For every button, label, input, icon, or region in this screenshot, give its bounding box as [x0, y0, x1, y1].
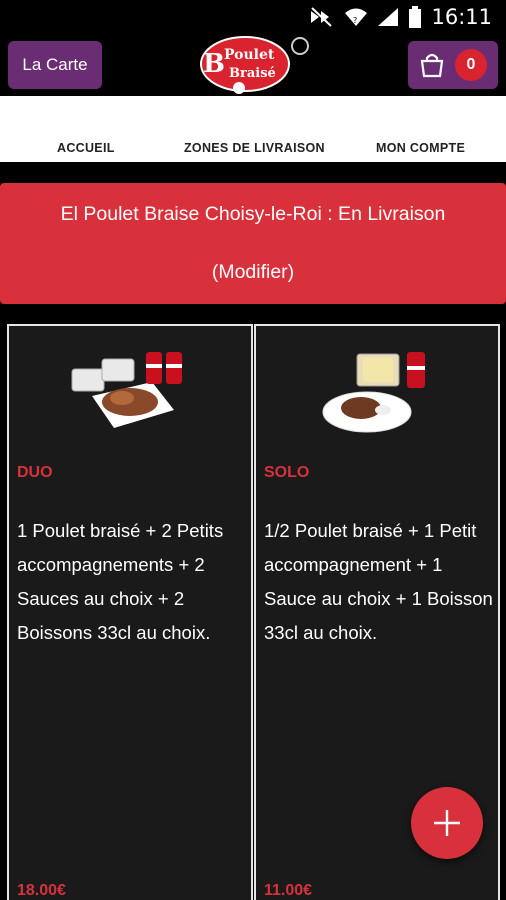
product-image-duo: [71, 352, 182, 428]
product-description: 1/2 Poulet braisé + 1 Petit accompagneme…: [264, 520, 493, 643]
svg-text:B: B: [203, 49, 225, 79]
svg-text:?: ?: [353, 16, 357, 25]
status-time: 16:11: [431, 5, 492, 29]
product-name: DUO: [17, 464, 53, 481]
add-fab-button[interactable]: [411, 787, 483, 859]
cart-button[interactable]: 0: [408, 41, 498, 89]
logo: B Poulet Braisé: [197, 34, 315, 96]
svg-text:Braisé: Braisé: [229, 66, 276, 81]
shopping-bag-icon: [420, 53, 444, 78]
tab-mon-compte[interactable]: MON COMPTE: [376, 141, 465, 155]
tab-zones-de-livraison[interactable]: ZONES DE LIVRAISON: [184, 141, 325, 155]
modify-link[interactable]: (Modifier): [0, 261, 506, 284]
banner-title: El Poulet Braise Choisy-le-Roi : En Livr…: [60, 203, 446, 225]
tabs-bar: ACCUEIL ZONES DE LIVRAISON MON COMPTE: [0, 96, 506, 162]
tab-accueil[interactable]: ACCUEIL: [57, 141, 115, 155]
signal-icon: [378, 8, 399, 26]
product-card-duo[interactable]: DUO 1 Poulet braisé + 2 Petits accompagn…: [7, 324, 253, 900]
product-price: 11.00€: [264, 882, 313, 899]
status-bar: ? 16:11: [0, 0, 506, 34]
app-bar: La Carte B Poulet Braisé 0: [0, 34, 506, 96]
restaurant-banner: El Poulet Braise Choisy-le-Roi : En Livr…: [0, 183, 506, 304]
product-price: 18.00€: [17, 882, 66, 899]
product-description: 1 Poulet braisé + 2 Petits accompagnemen…: [17, 520, 224, 643]
battery-icon: [409, 6, 422, 28]
plus-icon: [434, 810, 460, 836]
svg-text:Poulet: Poulet: [224, 47, 275, 63]
product-image-solo: [322, 352, 425, 433]
menu-button[interactable]: La Carte: [8, 41, 102, 89]
wifi-icon: ?: [345, 8, 368, 26]
mute-icon: [311, 7, 333, 27]
status-icons: ? 16:11: [309, 5, 492, 29]
product-name: SOLO: [264, 464, 310, 481]
cart-count-badge: 0: [455, 49, 487, 81]
tabs-divider: [0, 162, 506, 165]
